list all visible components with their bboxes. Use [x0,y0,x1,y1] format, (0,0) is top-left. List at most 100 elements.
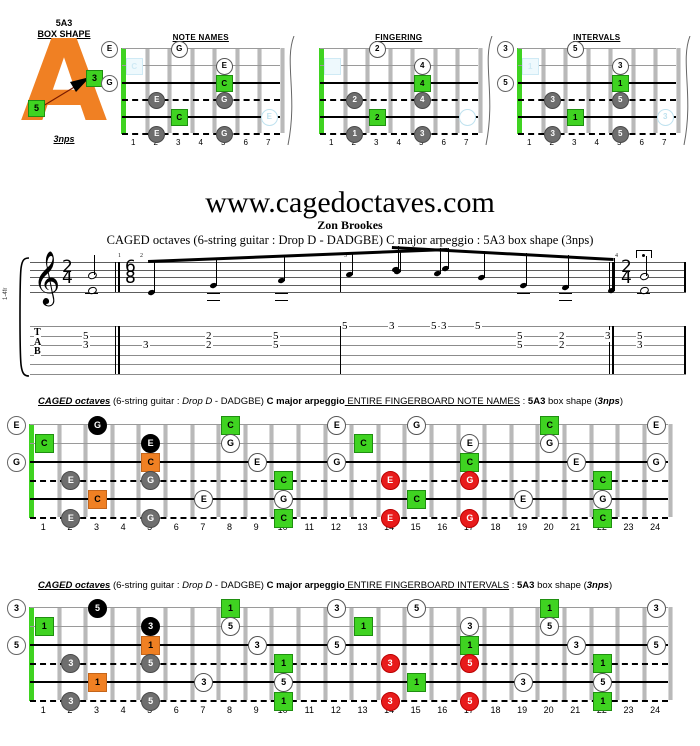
fret-note-marker: 1 [221,598,240,618]
fret-note-marker: G [327,452,347,472]
fret-line [482,607,488,700]
tab-number: 2 [205,339,213,351]
site-url: www.cagedoctaves.com [205,186,495,219]
hdr-caged: CAGED octaves [38,580,111,591]
fret-line [535,607,541,700]
stem [568,255,569,288]
fret-note-marker: C [34,434,54,454]
fret-note-marker: C [88,489,107,509]
fret-number: 24 [650,522,661,532]
barline [684,326,686,374]
fret-line [375,424,381,517]
fret-line [562,607,567,700]
fret-line [163,607,168,700]
fret-note-marker: 1 [611,74,629,92]
fret-note-marker: E [380,508,400,528]
notehead [639,285,650,296]
fret-number: 3 [93,522,99,532]
beam [391,246,614,261]
fret-note-marker: E [141,434,161,454]
fret-number: 18 [490,705,501,715]
beam [148,248,449,263]
fret-note-marker: C [460,452,480,472]
fret-line [144,48,150,133]
big-board-header: CAGED octaves (6-string guitar : Drop D … [38,396,623,407]
fret-note-marker: 2 [368,108,386,126]
tab-number: 3 [636,339,644,351]
fret-number: 1 [40,522,46,532]
fret-number: 20 [543,522,554,532]
end-dot [642,254,645,257]
ghost-marker: 1 [521,57,539,75]
fret-line [296,607,301,700]
fret-line [562,424,567,517]
fret-note-marker: 3 [611,57,629,75]
fret-note-marker: 1 [274,654,294,674]
fret-note-marker: C [170,108,188,126]
string-line [122,116,280,118]
fret-note-marker: G [215,125,233,143]
tab-line [30,373,686,375]
ledger-line [559,300,572,301]
fret-note-marker: 5 [141,691,161,711]
fret-line [585,48,591,133]
fret-note-marker: G [593,489,613,509]
fret-line [163,424,168,517]
fret-number: 6 [639,138,644,147]
fret-line [668,607,674,700]
fret-note-marker: E [460,434,480,454]
fret-note-marker: G [221,434,240,454]
fret-note-marker: G [141,508,161,528]
fret-number: 23 [623,705,634,715]
ledger-line [207,293,220,294]
fret-note-marker: 1 [407,672,427,692]
fret-number: 19 [517,705,528,715]
measure-number: 1 [118,253,121,259]
tab-number: 3 [388,320,396,332]
time-sig-4: 4 [62,268,73,288]
fret-line [322,607,328,700]
music-notation: 𝄞246824TAB123453322555533555522353 [0,246,700,377]
fret-note-marker: 3 [544,125,562,143]
stem [526,252,527,286]
fret-note-marker: 3 [61,691,81,711]
time-sig-8: 8 [125,268,136,288]
string-line [518,99,676,101]
string-line [518,82,676,84]
fret-note-marker: 3 [141,617,161,637]
tab-line [30,326,686,327]
fret-note-marker: 1 [593,691,613,711]
time-sig-end-4: 4 [621,268,632,288]
fret-line [668,424,674,517]
tab-line [30,364,686,365]
fret-line [641,424,647,517]
string-line [30,517,669,519]
string-line [320,82,478,84]
fret-note-marker: E [247,452,267,472]
page-subtitle: CAGED octaves (6-string guitar : Drop D … [106,233,594,247]
barline [115,262,116,292]
fret-number: 13 [357,705,368,715]
hdr-shape-code: 5A3 [517,580,535,591]
tab-line [30,354,686,356]
measure-number: 2 [140,253,143,259]
fret-note-marker: C [593,508,613,528]
stem [154,260,155,293]
fret-note-marker: 5 [593,672,613,692]
stem [94,255,95,275]
fret-note-marker: E [646,415,666,435]
fret-note-marker: 3 [247,635,267,655]
fret-note-marker: 1 [566,108,584,126]
open-string-label: 5 [497,74,514,92]
hdr-sep: : [520,396,528,407]
fret-number: 6 [173,705,179,715]
fret-number: 15 [410,705,421,715]
hdr-arpeggio: C major arpeggio [266,396,345,407]
string-line [320,48,478,49]
big-2-fretboard: 1234567891011121314151617181920212223243… [7,598,674,715]
stem [614,257,615,291]
hdr-shape-code: 5A3 [527,396,546,407]
string-line [30,424,669,425]
fret-number: 13 [357,522,368,532]
fret-note-marker: 4 [413,74,431,92]
